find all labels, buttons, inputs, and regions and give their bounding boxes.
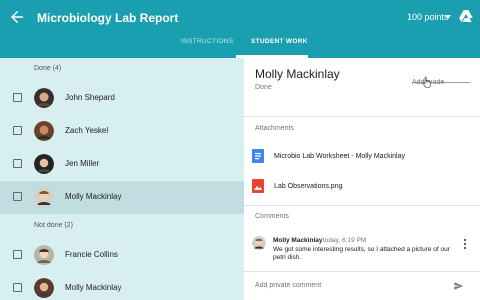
attachment-link[interactable]: Lab Observations.png <box>274 183 343 190</box>
avatar <box>34 154 54 174</box>
page-title: Microbiology Lab Report <box>37 11 179 25</box>
submission-detail: Molly Mackinlay Done Attachments Microbi… <box>244 58 480 300</box>
student-list: Done (4) John Shepard Zach Yeskel Jen Mi… <box>0 58 244 300</box>
row-checkbox[interactable] <box>13 126 22 135</box>
grade-input[interactable] <box>412 79 470 86</box>
student-row[interactable]: Zach Yeskel <box>0 115 244 148</box>
points-dropdown[interactable]: 100 points <box>407 12 449 22</box>
hand-cursor-icon <box>422 76 431 88</box>
row-checkbox[interactable] <box>13 192 22 201</box>
grade-field[interactable] <box>412 71 470 86</box>
more-vert-icon[interactable] <box>463 238 467 250</box>
row-checkbox[interactable] <box>13 250 22 259</box>
comment-author: Molly Mackinlay <box>273 237 323 244</box>
student-name-heading: Molly Mackinlay <box>255 67 340 81</box>
divider <box>244 271 480 272</box>
not-done-section-label: Not done (2) <box>34 222 73 229</box>
divider <box>244 205 480 206</box>
student-name: Zach Yeskel <box>65 126 109 135</box>
attachment-link[interactable]: Microbio Lab Worksheet - Molly Mackinlay <box>274 153 405 160</box>
student-name: Jen Miller <box>65 159 100 168</box>
divider <box>244 116 480 117</box>
avatar <box>34 187 54 207</box>
docs-icon <box>252 149 264 163</box>
done-section-label: Done (4) <box>34 65 62 72</box>
comments-label: Comments <box>255 213 289 220</box>
row-checkbox[interactable] <box>13 159 22 168</box>
drive-icon[interactable] <box>459 10 473 22</box>
student-row[interactable]: John Shepard <box>0 82 244 115</box>
tab-instructions[interactable]: INSTRUCTIONS <box>181 38 233 45</box>
back-arrow-icon[interactable] <box>8 8 26 26</box>
avatar <box>34 121 54 141</box>
chevron-down-icon[interactable] <box>445 15 451 19</box>
comment-text: We got some interesting results, so I at… <box>273 246 450 261</box>
app-bar: Microbiology Lab Report 100 points INSTR… <box>0 0 480 58</box>
student-row[interactable]: Francie Collins <box>0 239 244 272</box>
student-name: John Shepard <box>65 93 115 102</box>
avatar <box>34 245 54 265</box>
comment-timestamp: today, 6:19 PM <box>323 237 367 244</box>
attachments-label: Attachments <box>255 125 294 132</box>
student-name: Francie Collins <box>65 250 118 259</box>
tab-student-work[interactable]: STUDENT WORK <box>251 38 308 45</box>
avatar <box>252 236 266 250</box>
image-icon <box>252 179 264 193</box>
student-row[interactable]: Molly Mackinlay <box>0 272 244 300</box>
private-comment-input[interactable] <box>255 282 435 289</box>
row-checkbox[interactable] <box>13 93 22 102</box>
student-name: Molly Mackinlay <box>65 192 122 201</box>
avatar <box>34 88 54 108</box>
student-row-selected[interactable]: Molly Mackinlay <box>0 181 244 214</box>
student-row[interactable]: Jen Miller <box>0 148 244 181</box>
submission-status: Done <box>255 84 272 91</box>
avatar <box>34 278 54 298</box>
row-checkbox[interactable] <box>13 283 22 292</box>
send-icon[interactable] <box>453 281 464 291</box>
student-name: Molly Mackinlay <box>65 283 122 292</box>
